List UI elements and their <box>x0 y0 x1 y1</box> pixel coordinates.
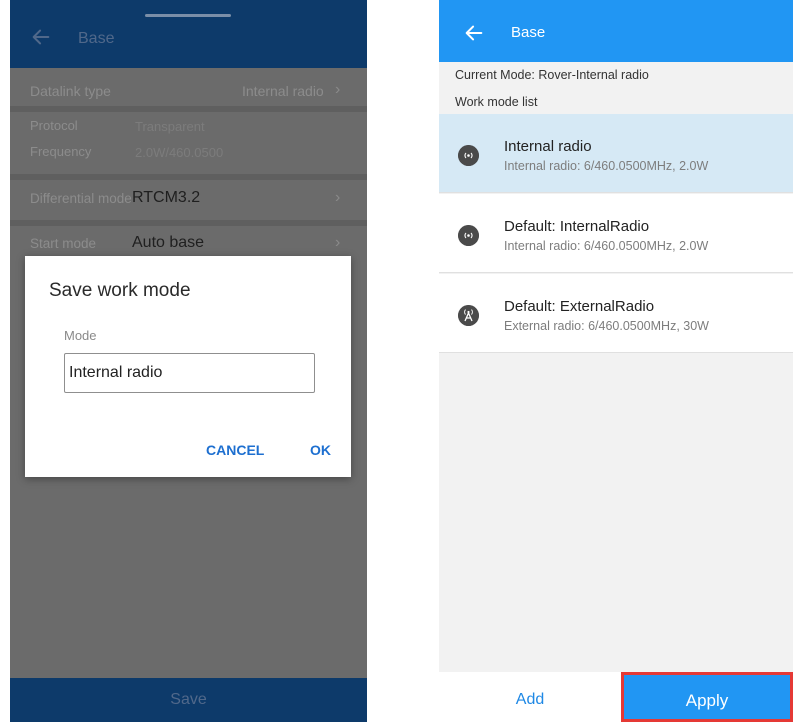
add-button-label: Add <box>515 691 545 708</box>
mode-subtitle: Internal radio: 6/460.0500MHz, 2.0W <box>504 159 709 173</box>
apply-button[interactable]: Apply <box>621 672 793 722</box>
start-mode-value: Auto base <box>132 234 205 251</box>
page-title: Base <box>78 30 115 47</box>
antenna-icon <box>458 305 479 326</box>
chevron-right-icon: › <box>335 234 341 251</box>
radio-details: Protocol Transparent Frequency 2.0W/460.… <box>10 112 367 174</box>
app-bar: Base <box>10 0 367 68</box>
differential-mode-label: Differential mode <box>30 191 132 206</box>
protocol-label: Protocol <box>30 118 78 133</box>
ok-button[interactable]: OK <box>310 442 331 458</box>
app-bar: Base <box>439 0 793 62</box>
left-screen: Base Datalink type Internal radio › Prot… <box>10 0 367 722</box>
mode-subtitle: Internal radio: 6/460.0500MHz, 2.0W <box>504 239 709 253</box>
frequency-value: 2.0W/460.0500 <box>135 145 224 160</box>
work-mode-item-default-external-radio[interactable]: Default: ExternalRadio External radio: 6… <box>439 274 793 353</box>
cancel-button[interactable]: CANCEL <box>206 442 264 458</box>
dialog-title: Save work mode <box>49 280 191 301</box>
add-button[interactable]: Add <box>439 672 621 722</box>
work-mode-item-default-internal-radio[interactable]: Default: InternalRadio Internal radio: 6… <box>439 194 793 273</box>
differential-mode-row[interactable]: Differential mode RTCM3.2 › <box>10 180 367 220</box>
work-mode-item-internal-radio[interactable]: Internal radio Internal radio: 6/460.050… <box>439 114 793 193</box>
chevron-right-icon: › <box>335 81 341 98</box>
save-button[interactable]: Save <box>10 678 367 722</box>
mode-label: Mode <box>64 328 97 343</box>
current-mode-text: Current Mode: Rover-Internal radio <box>455 68 649 82</box>
drag-handle[interactable] <box>145 14 231 17</box>
start-mode-row[interactable]: Start mode Auto base › <box>10 226 367 260</box>
datalink-type-label: Datalink type <box>30 83 111 99</box>
back-arrow-icon[interactable] <box>30 26 52 48</box>
frequency-label: Frequency <box>30 144 92 159</box>
mode-input[interactable] <box>64 353 315 393</box>
right-screen: Base Current Mode: Rover-Internal radio … <box>439 0 793 722</box>
save-button-label: Save <box>170 691 207 708</box>
mode-subtitle: External radio: 6/460.0500MHz, 30W <box>504 319 709 333</box>
protocol-value: Transparent <box>135 119 205 134</box>
mode-title: Default: ExternalRadio <box>504 298 655 315</box>
radio-icon <box>458 145 479 166</box>
page-title: Base <box>511 24 546 41</box>
mode-title: Internal radio <box>504 138 592 155</box>
apply-button-label: Apply <box>685 691 729 710</box>
datalink-type-value: Internal radio <box>242 83 324 99</box>
save-work-mode-dialog: Save work mode Mode CANCEL OK <box>25 256 351 477</box>
work-mode-list-header: Work mode list <box>455 95 538 109</box>
start-mode-label: Start mode <box>30 236 97 251</box>
chevron-right-icon: › <box>335 189 341 206</box>
back-arrow-icon[interactable] <box>463 22 485 44</box>
differential-mode-value: RTCM3.2 <box>132 189 201 206</box>
radio-icon <box>458 225 479 246</box>
mode-title: Default: InternalRadio <box>504 218 650 235</box>
